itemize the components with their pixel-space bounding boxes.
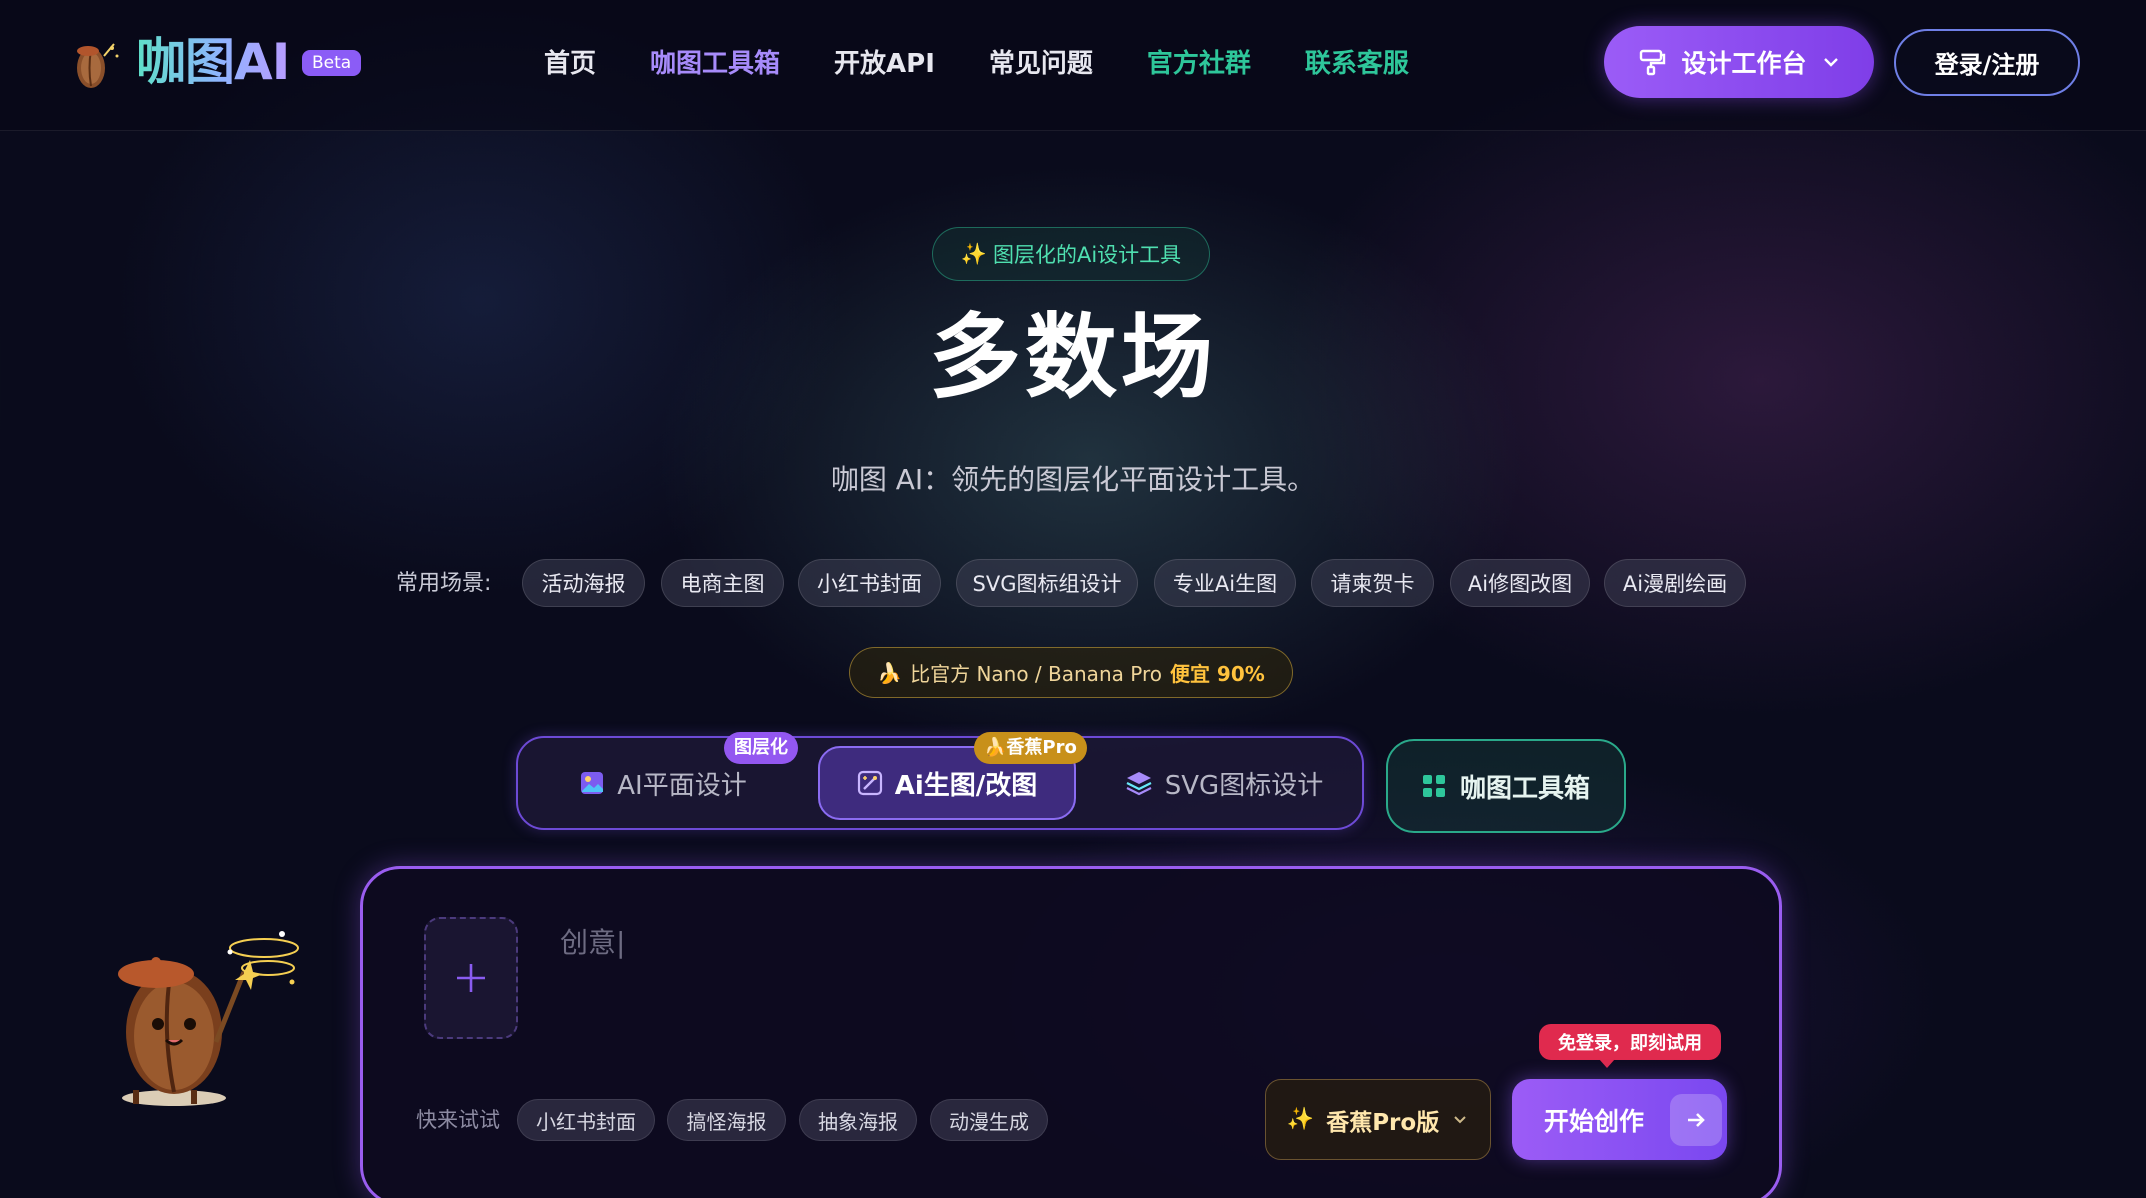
login-register-label: 登录/注册 [1934, 51, 2040, 79]
prompt-input[interactable] [560, 920, 1720, 964]
coffee-bean-logo-icon[interactable] [64, 36, 122, 92]
tab-label: Ai生图/改图 [894, 770, 1038, 801]
coffee-bean-mascot-icon [118, 931, 299, 1106]
image-upload-button[interactable] [424, 917, 518, 1039]
plus-icon [457, 964, 485, 992]
layered-badge: 图层化 [724, 732, 798, 764]
tab-label: SVG图标设计 [1164, 770, 1324, 801]
image-icon [581, 772, 604, 794]
quick-try-chip[interactable]: 搞怪海报 [667, 1099, 786, 1141]
promo-highlight: 便宜 90% [1169, 662, 1265, 686]
tagline-text: 图层化的Ai设计工具 [992, 243, 1182, 267]
nav-community[interactable]: 官方社群 [1147, 38, 1251, 90]
scenario-chip[interactable]: Ai修图改图 [1450, 559, 1590, 607]
quick-try-chip[interactable]: 抽象海报 [799, 1099, 917, 1141]
chevron-down-icon [1454, 1115, 1466, 1123]
sparkle-icon: ✨ [960, 241, 987, 266]
sparkle-icon: ✨ [1286, 1107, 1315, 1132]
arrow-right-icon [1688, 1112, 1705, 1127]
login-register-button[interactable]: 登录/注册 [1894, 29, 2080, 96]
nav-support[interactable]: 联系客服 [1305, 38, 1409, 90]
design-workbench-button[interactable]: 设计工作台 [1604, 26, 1874, 98]
toolbox-button[interactable]: 咖图工具箱 [1386, 739, 1626, 833]
model-select-button[interactable]: ✨ 香蕉Pro版 [1265, 1079, 1491, 1160]
nav-faq[interactable]: 常见问题 [989, 38, 1093, 90]
free-trial-tooltip: 免登录，即刻试用 [1539, 1024, 1721, 1068]
painter-roller-icon [1640, 49, 1666, 76]
scenario-chip[interactable]: Ai漫剧绘画 [1604, 559, 1746, 607]
start-create-button[interactable]: 开始创作 [1512, 1079, 1727, 1160]
nav-home[interactable]: 首页 [544, 38, 596, 90]
price-promo-pill: 🍌 比官方 Nano / Banana Pro 便宜 90% [849, 647, 1293, 698]
scenario-chip[interactable]: 活动海报 [522, 559, 645, 607]
banana-pro-badge: 🍌香蕉Pro [974, 732, 1087, 764]
tab-label: AI平面设计 [617, 770, 747, 801]
mode-tab-group: AI平面设计 Ai生图/改图 SVG图标设计 [516, 736, 1364, 830]
hero-subtitle: 咖图 AI：领先的图层化平面设计工具。 [830, 463, 1316, 496]
arrow-box [1670, 1093, 1723, 1146]
logo-text[interactable]: 咖图AI [136, 30, 290, 94]
banana-icon: 🍌 [984, 737, 1007, 758]
nav-open-api[interactable]: 开放API [834, 38, 935, 90]
scenarios-label: 常用场景: [396, 571, 492, 596]
magic-image-icon [857, 770, 882, 796]
scenario-chip[interactable]: 请柬贺卡 [1311, 559, 1434, 607]
hero-title: 多数场 [928, 304, 1217, 411]
quick-try-chip[interactable]: 动漫生成 [930, 1099, 1048, 1141]
promo-text: 比官方 Nano / Banana Pro [910, 662, 1162, 686]
toolbox-label: 咖图工具箱 [1459, 773, 1590, 804]
main-nav: 首页 咖图工具箱 开放API 常见问题 官方社群 联系客服 [544, 38, 1463, 90]
banana-pro-badge-label: 香蕉Pro [1006, 737, 1077, 758]
scenario-chip[interactable]: 小红书封面 [798, 559, 941, 607]
quick-try-chip[interactable]: 小红书封面 [517, 1099, 655, 1141]
grid-icon [1422, 775, 1445, 797]
tab-svg-icon-design[interactable]: SVG图标设计 [1104, 746, 1344, 820]
model-select-label: 香蕉Pro版 [1326, 1109, 1440, 1136]
banana-icon: 🍌 [877, 660, 903, 685]
tagline-pill: ✨ 图层化的Ai设计工具 [932, 227, 1210, 281]
quick-try-label: 快来试试 [416, 1108, 500, 1132]
layers-icon [1126, 772, 1152, 796]
chevron-down-icon [1823, 58, 1838, 67]
scenario-chip[interactable]: 专业Ai生图 [1154, 559, 1296, 607]
start-create-label: 开始创作 [1544, 1106, 1645, 1136]
design-workbench-label: 设计工作台 [1681, 49, 1807, 78]
scenario-chip[interactable]: SVG图标组设计 [956, 559, 1138, 607]
nav-toolbox[interactable]: 咖图工具箱 [650, 38, 780, 90]
beta-badge: Beta [302, 50, 362, 76]
scenario-chip[interactable]: 电商主图 [661, 559, 784, 607]
